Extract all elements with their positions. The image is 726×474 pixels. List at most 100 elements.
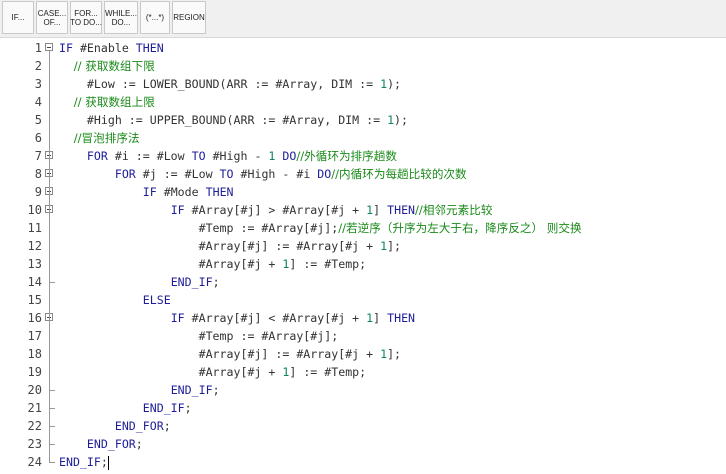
code-line: 11 #Temp := #Array[#j];//若逆序（升序为左大于右，降序反… <box>0 219 726 237</box>
code-token: ] := #Temp; <box>289 365 367 379</box>
code-text: END_IF; <box>59 453 109 471</box>
fold-end-marker <box>49 444 55 445</box>
line-number: 19 <box>27 365 42 379</box>
code-line: 8 FOR #j := #Low TO #High - #i DO//内循环为每… <box>0 165 726 183</box>
code-line: 17 #Temp := #Array[#j]; <box>0 327 726 345</box>
keyword-token: THEN <box>205 185 234 199</box>
keyword-token: END_FOR <box>86 437 136 451</box>
toolbar-button-label: FOR... <box>74 8 98 18</box>
keyword-token: IF <box>170 311 192 325</box>
line-number: 11 <box>27 221 42 235</box>
code-text: // 获取数组上限 <box>59 93 155 111</box>
collapse-icon[interactable] <box>45 43 53 51</box>
toolbar-button-label: (*...*) <box>145 13 165 22</box>
code-token: #Array[#j] := #Array[#j + <box>59 239 381 253</box>
code-token: #Low := LOWER_BOUND(ARR := #Array, DIM :… <box>59 77 381 91</box>
keyword-token: END_IF <box>170 383 213 397</box>
fold-end-marker <box>49 426 55 427</box>
code-token: ]; <box>387 239 402 253</box>
code-token: ; <box>100 455 108 469</box>
code-line: 1 IF #Enable THEN <box>0 39 726 57</box>
code-text: IF #Array[#j] < #Array[#j + 1] THEN <box>59 309 415 327</box>
code-token: ; <box>212 383 220 397</box>
code-line: 2 // 获取数组下限 <box>0 57 726 75</box>
region-button[interactable]: REGION <box>172 1 206 34</box>
text-cursor <box>107 455 109 470</box>
code-token: #Array[#j] := #Array[#j + <box>59 347 381 361</box>
code-line: 5 #High := UPPER_BOUND(ARR := #Array, DI… <box>0 111 726 129</box>
keyword-token: IF <box>142 185 164 199</box>
comment-button[interactable]: (*...*) <box>140 1 170 34</box>
line-number: 16 <box>27 311 42 325</box>
fold-end-marker <box>49 390 55 391</box>
line-number: 8 <box>34 167 42 181</box>
keyword-token: THEN <box>135 41 164 55</box>
code-token: #Array[#j + <box>59 257 283 271</box>
code-text: FOR #i := #Low TO #High - 1 DO//外循环为排序趟数 <box>59 147 397 165</box>
code-line: 13 #Array[#j + 1] := #Temp; <box>0 255 726 273</box>
line-number: 4 <box>34 95 42 109</box>
code-token: ; <box>135 437 143 451</box>
keyword-token: IF <box>170 203 192 217</box>
line-number: 6 <box>34 131 42 145</box>
number-token: 1 <box>387 113 395 127</box>
code-editor[interactable]: 1 IF #Enable THEN 2 // 获取数组下限 3 #Low := LOW… <box>0 38 726 474</box>
code-line: 3 #Low := LOWER_BOUND(ARR := #Array, DIM… <box>0 75 726 93</box>
toolbar-button-label: OF... <box>43 17 61 27</box>
keyword-token: FOR <box>86 149 115 163</box>
code-token: #Array[#j + <box>59 365 283 379</box>
code-line: 16 IF #Array[#j] < #Array[#j + 1] THEN <box>0 309 726 327</box>
code-token: #Temp := #Array[#j]; <box>59 221 339 235</box>
code-token: #i := #Low <box>114 149 192 163</box>
fold-end-marker <box>49 282 55 283</box>
code-text: #Low := LOWER_BOUND(ARR := #Array, DIM :… <box>59 75 401 93</box>
code-line: 12 #Array[#j] := #Array[#j + 1]; <box>0 237 726 255</box>
code-text: #Temp := #Array[#j];//若逆序（升序为左大于右，降序反之） … <box>59 219 582 237</box>
for-to-do-button[interactable]: FOR... TO DO... <box>70 1 102 34</box>
line-number: 12 <box>27 239 42 253</box>
line-number: 13 <box>27 257 42 271</box>
if-button[interactable]: IF... <box>2 1 34 34</box>
comment-token: //冒泡排序法 <box>59 131 140 145</box>
code-line: 15 ELSE <box>0 291 726 309</box>
line-number: 5 <box>34 113 42 127</box>
line-number: 22 <box>27 419 42 433</box>
keyword-token: DO <box>282 149 297 163</box>
code-line: 14 END_IF; <box>0 273 726 291</box>
keyword-token: ELSE <box>142 293 171 307</box>
case-of-button[interactable]: CASE... OF... <box>36 1 68 34</box>
code-line: 18 #Array[#j] := #Array[#j + 1]; <box>0 345 726 363</box>
toolbar-button-label: TO DO... <box>70 17 102 27</box>
line-number: 17 <box>27 329 42 343</box>
keyword-token: END_IF <box>170 275 213 289</box>
code-token: ; <box>212 275 220 289</box>
code-line: 10 IF #Array[#j] > #Array[#j + 1] THEN//… <box>0 201 726 219</box>
code-token: ; <box>163 419 171 433</box>
keyword-token: END_IF <box>59 455 101 469</box>
keyword-token: END_FOR <box>114 419 164 433</box>
code-token: ); <box>394 113 409 127</box>
line-number: 23 <box>27 437 42 451</box>
code-text: #Array[#j + 1] := #Temp; <box>59 363 367 381</box>
code-line: 20 END_IF; <box>0 381 726 399</box>
code-line: 23 END_FOR; <box>0 435 726 453</box>
code-text: #High := UPPER_BOUND(ARR := #Array, DIM … <box>59 111 408 129</box>
code-line: 6 //冒泡排序法 <box>0 129 726 147</box>
code-text: IF #Enable THEN <box>59 39 164 57</box>
code-line: 7 FOR #i := #Low TO #High - 1 DO//外循环为排序… <box>0 147 726 165</box>
code-text: #Array[#j] := #Array[#j + 1]; <box>59 345 401 363</box>
while-do-button[interactable]: WHILE... DO... <box>104 1 138 34</box>
editor-toolbar: IF... CASE... OF... FOR... TO DO... WHILE... D… <box>0 0 726 38</box>
code-token: #Mode <box>163 185 206 199</box>
toolbar-button-label: IF... <box>11 13 25 22</box>
code-token: #Temp := #Array[#j]; <box>59 329 339 343</box>
keyword-token: THEN <box>387 203 416 217</box>
line-number: 3 <box>34 77 42 91</box>
